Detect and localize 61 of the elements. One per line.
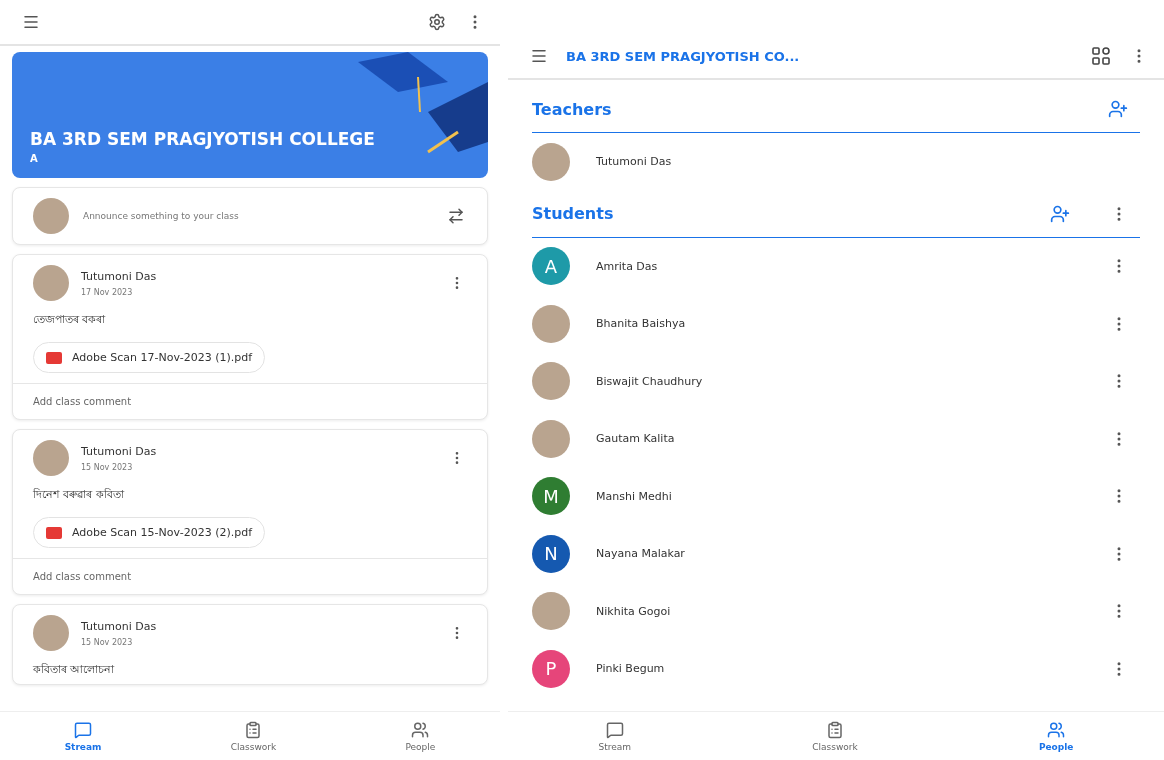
nav-tab[interactable]: Stream xyxy=(58,719,108,753)
photo-placeholder xyxy=(532,592,570,631)
post-author: Tutumoni Das xyxy=(81,269,158,283)
photo-placeholder xyxy=(532,419,570,458)
pdf-icon xyxy=(46,526,62,539)
person-name: Biswajit Chaudhury xyxy=(596,374,704,388)
menu-icon[interactable] xyxy=(22,13,40,31)
nav-tab[interactable]: Classwork xyxy=(806,719,864,753)
attachment-chip[interactable]: Adobe Scan 17-Nov-2023 (1).pdf xyxy=(33,342,266,373)
post-date: 15 Nov 2023 xyxy=(81,462,134,472)
class-section: A xyxy=(30,153,470,164)
photo-placeholder xyxy=(532,362,570,401)
add-person-icon[interactable] xyxy=(1050,203,1070,224)
person-name: Manshi Medhi xyxy=(596,489,673,503)
person-name: Tutumoni Das xyxy=(596,155,673,169)
post-author: Tutumoni Das xyxy=(81,619,158,633)
person-name: Gautam Kalita xyxy=(596,432,676,446)
person-name: Nikhita Gogoi xyxy=(596,604,672,618)
letter-avatar: M xyxy=(532,477,570,516)
menu-icon[interactable] xyxy=(530,47,548,65)
section-heading: Students xyxy=(532,204,615,223)
nav-tab[interactable]: Stream xyxy=(592,719,638,753)
clipboard-icon xyxy=(826,720,844,739)
people-icon xyxy=(1047,720,1066,739)
settings-icon[interactable] xyxy=(428,13,446,31)
nav-tab[interactable]: Classwork xyxy=(224,719,283,753)
person-name: Nayana Malakar xyxy=(596,547,686,561)
post-date: 15 Nov 2023 xyxy=(81,637,134,647)
letter-avatar: P xyxy=(532,649,570,688)
photo-placeholder xyxy=(532,142,570,181)
photo-placeholder xyxy=(33,265,69,301)
people-icon xyxy=(411,720,430,739)
post-text: দিনেশ বৰুৱাৰ কবিতা xyxy=(33,487,124,503)
photo-placeholder xyxy=(33,440,69,476)
letter-avatar: N xyxy=(532,534,570,573)
stream-icon xyxy=(605,720,624,739)
swap-arrows-icon[interactable] xyxy=(447,207,465,225)
nav-tab[interactable]: People xyxy=(1032,719,1080,753)
post-text: তেজপাতৰ বকৰা xyxy=(33,312,106,328)
person-name: Amrita Das xyxy=(596,259,659,273)
class-title: BA 3RD SEM PRAGJYOTISH COLLEGE xyxy=(30,129,376,149)
photo-placeholder xyxy=(33,615,69,651)
add-comment-link[interactable]: Add class comment xyxy=(13,558,487,594)
photo-placeholder xyxy=(532,304,570,343)
photo-placeholder xyxy=(33,198,69,234)
attachment-chip[interactable]: Adobe Scan 15-Nov-2023 (2).pdf xyxy=(33,517,266,548)
pdf-icon xyxy=(46,351,62,364)
post-text: কবিতাৰ আলোচনা xyxy=(33,662,115,678)
add-person-icon[interactable] xyxy=(1108,99,1128,119)
nav-tab[interactable]: People xyxy=(399,719,442,753)
person-name: Pinki Begum xyxy=(596,662,666,676)
add-comment-link[interactable]: Add class comment xyxy=(13,383,487,419)
letter-avatar: A xyxy=(532,247,570,286)
clipboard-icon xyxy=(244,720,263,739)
section-heading: Teachers xyxy=(532,99,613,119)
post-author: Tutumoni Das xyxy=(81,444,158,458)
stream-icon xyxy=(74,720,93,739)
person-name: Bhanita Baishya xyxy=(596,317,687,331)
grid-icon[interactable] xyxy=(1092,47,1110,65)
class-title: BA 3RD SEM PRAGJYOTISH CO... xyxy=(566,48,801,64)
post-date: 17 Nov 2023 xyxy=(81,287,134,297)
